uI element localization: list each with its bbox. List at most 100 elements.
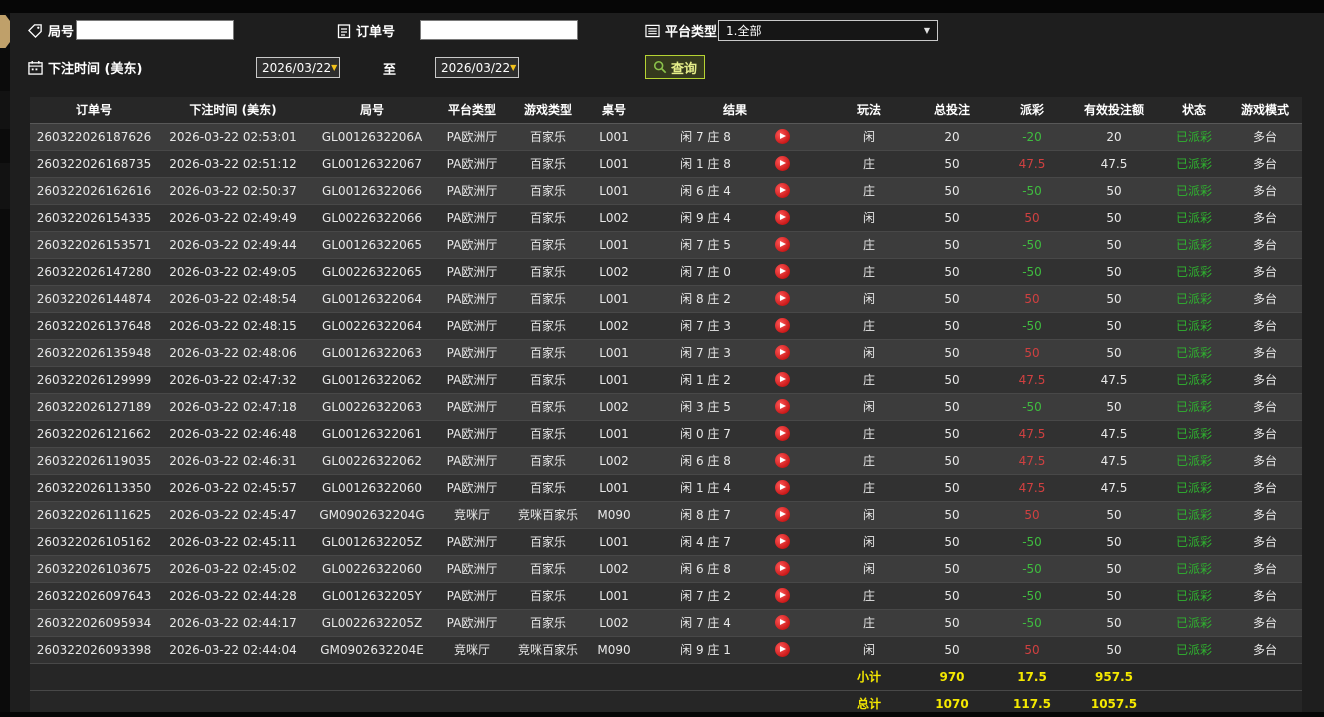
- table-row: 260322026097643 2026-03-22 02:44:28 GL0012…: [30, 582, 1302, 610]
- status-cell: 已派彩: [1160, 150, 1228, 178]
- date-from-picker[interactable]: 2026/03/22 ▼: [256, 57, 340, 78]
- round-no-input[interactable]: [76, 20, 234, 40]
- game-mode-cell: 多台: [1228, 312, 1302, 340]
- replay-play-icon[interactable]: [774, 561, 790, 576]
- payout-cell: 47.5: [996, 447, 1068, 475]
- game-type-cell: 百家乐: [508, 555, 588, 583]
- order-no-cell: 260322026168735: [30, 150, 158, 178]
- chevron-down-icon: ▼: [510, 63, 517, 72]
- replay-play-icon[interactable]: [774, 588, 790, 603]
- replay-play-icon[interactable]: [774, 264, 790, 279]
- platform-type-select[interactable]: 1.全部 ▼: [718, 20, 938, 41]
- status-cell: 已派彩: [1160, 609, 1228, 637]
- order-no-cell: 260322026113350: [30, 474, 158, 502]
- order-no-cell: 260322026147280: [30, 258, 158, 286]
- play-type-cell: 庄: [830, 366, 908, 394]
- result-text: 闲 7 庄 4: [680, 616, 731, 630]
- replay-play-icon[interactable]: [774, 507, 790, 522]
- table-row: 260322026105162 2026-03-22 02:45:11 GL0012…: [30, 528, 1302, 556]
- replay-play-icon[interactable]: [774, 534, 790, 549]
- replay-play-icon[interactable]: [774, 615, 790, 630]
- replay-play-icon[interactable]: [774, 642, 790, 657]
- bet-history-window: 局号 订单号 平台类型 1.全部 ▼ 下注时间 (美东) 2026/03/22 …: [0, 0, 1324, 717]
- game-mode-cell: 多台: [1228, 609, 1302, 637]
- order-no-cell: 260322026119035: [30, 447, 158, 475]
- valid-bet-cell: 47.5: [1068, 447, 1160, 475]
- replay-play-icon[interactable]: [774, 426, 790, 441]
- replay-play-icon[interactable]: [774, 372, 790, 387]
- game-mode-cell: 多台: [1228, 123, 1302, 151]
- date-to-picker[interactable]: 2026/03/22 ▼: [435, 57, 519, 78]
- game-type-cell: 百家乐: [508, 366, 588, 394]
- status-cell: 已派彩: [1160, 501, 1228, 529]
- payout-cell: -50: [996, 609, 1068, 637]
- valid-bet-cell: 50: [1068, 528, 1160, 556]
- total-bet-cell: 50: [908, 555, 996, 583]
- table-no-cell: L001: [588, 177, 640, 205]
- bet-time-cell: 2026-03-22 02:45:47: [158, 501, 308, 529]
- game-mode-cell: 多台: [1228, 501, 1302, 529]
- replay-play-icon[interactable]: [774, 210, 790, 225]
- table-row: 260322026147280 2026-03-22 02:49:05 GL0022…: [30, 258, 1302, 286]
- bet-time-cell: 2026-03-22 02:53:01: [158, 123, 308, 151]
- result-cell: 闲 6 庄 8: [640, 555, 830, 583]
- order-no-input[interactable]: [420, 20, 578, 40]
- table-no-cell: L002: [588, 447, 640, 475]
- round-no-cell: GL0012632205Z: [308, 528, 436, 556]
- game-type-cell: 竞咪百家乐: [508, 501, 588, 529]
- round-no-cell: GL00226322065: [308, 258, 436, 286]
- query-button[interactable]: 查询: [645, 55, 705, 79]
- play-type-cell: 庄: [830, 231, 908, 259]
- platform-cell: PA欧洲厅: [436, 528, 508, 556]
- bet-time-cell: 2026-03-22 02:45:57: [158, 474, 308, 502]
- chevron-down-icon: ▼: [923, 26, 930, 35]
- total-bet-cell: 20: [908, 123, 996, 151]
- platform-cell: PA欧洲厅: [436, 393, 508, 421]
- table-row: 260322026168735 2026-03-22 02:51:12 GL0012…: [30, 150, 1302, 178]
- table-body: 260322026187626 2026-03-22 02:53:01 GL0012…: [30, 123, 1302, 664]
- platform-cell: PA欧洲厅: [436, 447, 508, 475]
- bet-time-cell: 2026-03-22 02:46:31: [158, 447, 308, 475]
- valid-bet-cell: 50: [1068, 312, 1160, 340]
- bet-time-cell: 2026-03-22 02:48:06: [158, 339, 308, 367]
- table-no-cell: L001: [588, 582, 640, 610]
- replay-play-icon[interactable]: [774, 399, 790, 414]
- total-bet-cell: 50: [908, 420, 996, 448]
- table-row: 260322026187626 2026-03-22 02:53:01 GL0012…: [30, 123, 1302, 151]
- round-no-cell: GL00126322060: [308, 474, 436, 502]
- table-no-cell: L002: [588, 258, 640, 286]
- status-cell: 已派彩: [1160, 339, 1228, 367]
- result-cell: 闲 9 庄 1: [640, 636, 830, 664]
- result-cell: 闲 1 庄 2: [640, 366, 830, 394]
- play-type-cell: 闲: [830, 285, 908, 313]
- table-row: 260322026127189 2026-03-22 02:47:18 GL0022…: [30, 393, 1302, 421]
- result-cell: 闲 6 庄 8: [640, 447, 830, 475]
- replay-play-icon[interactable]: [774, 480, 790, 495]
- platform-cell: PA欧洲厅: [436, 177, 508, 205]
- replay-play-icon[interactable]: [774, 183, 790, 198]
- list-icon: [645, 24, 660, 38]
- total-bet-cell: 50: [908, 582, 996, 610]
- replay-play-icon[interactable]: [774, 129, 790, 144]
- payout-cell: 50: [996, 501, 1068, 529]
- round-no-cell: GL00226322064: [308, 312, 436, 340]
- total-bet-cell: 50: [908, 204, 996, 232]
- bet-time-cell: 2026-03-22 02:46:48: [158, 420, 308, 448]
- total-bet-cell: 50: [908, 447, 996, 475]
- replay-play-icon[interactable]: [774, 345, 790, 360]
- result-cell: 闲 1 庄 4: [640, 474, 830, 502]
- replay-play-icon[interactable]: [774, 318, 790, 333]
- result-text: 闲 1 庄 8: [680, 157, 731, 171]
- round-no-cell: GM0902632204G: [308, 501, 436, 529]
- round-no-cell: GL00226322060: [308, 555, 436, 583]
- play-type-cell: 闲: [830, 393, 908, 421]
- replay-play-icon[interactable]: [774, 453, 790, 468]
- play-type-cell: 闲: [830, 501, 908, 529]
- payout-cell: 47.5: [996, 366, 1068, 394]
- replay-play-icon[interactable]: [774, 237, 790, 252]
- result-cell: 闲 7 庄 5: [640, 231, 830, 259]
- status-cell: 已派彩: [1160, 366, 1228, 394]
- replay-play-icon[interactable]: [774, 291, 790, 306]
- replay-play-icon[interactable]: [774, 156, 790, 171]
- result-cell: 闲 1 庄 8: [640, 150, 830, 178]
